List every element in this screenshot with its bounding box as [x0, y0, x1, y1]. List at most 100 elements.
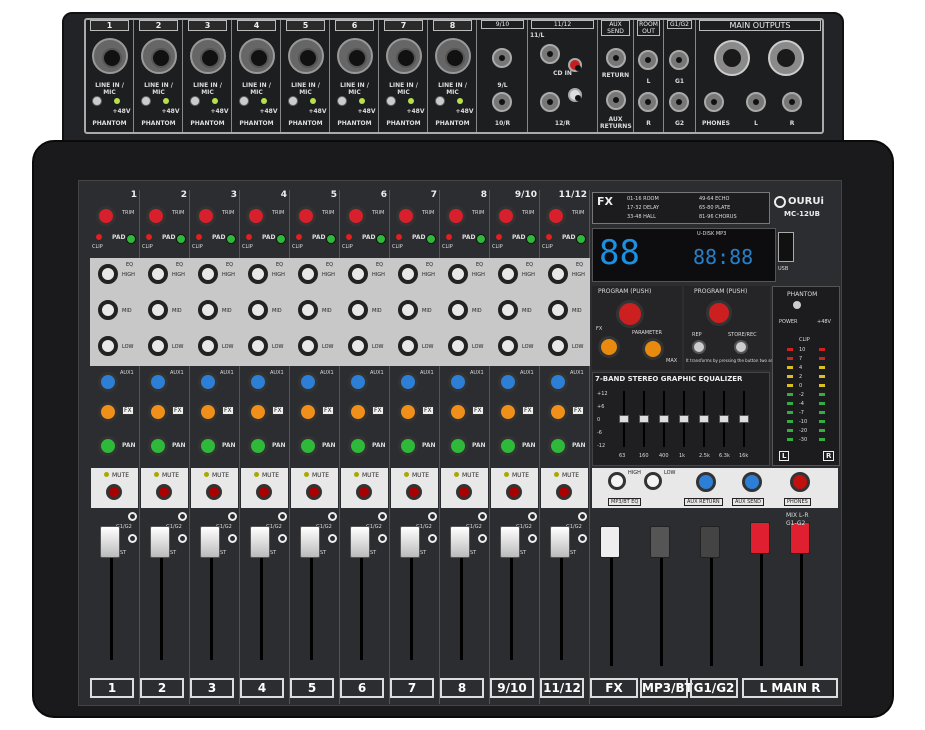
- channel-fader[interactable]: [500, 526, 520, 558]
- eq-mid-knob[interactable]: [448, 300, 468, 320]
- fx-send-knob[interactable]: [148, 402, 168, 422]
- phantom-switch[interactable]: [386, 96, 396, 106]
- channel-fader[interactable]: [450, 526, 470, 558]
- st-button[interactable]: [378, 534, 387, 543]
- eq-low-knob[interactable]: [548, 336, 568, 356]
- trim-knob[interactable]: [146, 206, 166, 226]
- trim-knob[interactable]: [346, 206, 366, 226]
- combo-input-jack[interactable]: [190, 38, 226, 74]
- st-button[interactable]: [528, 534, 537, 543]
- eq-mid-knob[interactable]: [498, 300, 518, 320]
- mute-button[interactable]: [156, 484, 172, 500]
- phantom-switch[interactable]: [435, 96, 445, 106]
- pan-knob[interactable]: [248, 436, 268, 456]
- mute-button[interactable]: [556, 484, 572, 500]
- jack-9l[interactable]: [492, 48, 512, 68]
- eq-mid-knob[interactable]: [198, 300, 218, 320]
- pad-button[interactable]: [376, 234, 386, 244]
- mute-button[interactable]: [506, 484, 522, 500]
- aux1-knob[interactable]: [248, 372, 268, 392]
- eq-low-knob[interactable]: [498, 336, 518, 356]
- channel-fader[interactable]: [550, 526, 570, 558]
- geq-slider-400[interactable]: [659, 415, 669, 423]
- mute-button[interactable]: [406, 484, 422, 500]
- phantom-switch[interactable]: [92, 96, 102, 106]
- fx-program-knob[interactable]: [616, 300, 644, 328]
- eq-mid-knob[interactable]: [348, 300, 368, 320]
- mute-button[interactable]: [356, 484, 372, 500]
- eq-low-knob[interactable]: [348, 336, 368, 356]
- aux-return-knob[interactable]: [696, 472, 716, 492]
- channel-fader[interactable]: [300, 526, 320, 558]
- jack-main-r[interactable]: [782, 92, 802, 112]
- jack-main-l[interactable]: [746, 92, 766, 112]
- g1g2-button[interactable]: [228, 512, 237, 521]
- st-button[interactable]: [278, 534, 287, 543]
- eq-high-knob[interactable]: [98, 264, 118, 284]
- channel-fader[interactable]: [350, 526, 370, 558]
- eq-high-knob[interactable]: [198, 264, 218, 284]
- pad-button[interactable]: [326, 234, 336, 244]
- usb-program-knob[interactable]: [706, 300, 732, 326]
- combo-input-jack[interactable]: [435, 38, 471, 74]
- g1g2-button[interactable]: [328, 512, 337, 521]
- pan-knob[interactable]: [348, 436, 368, 456]
- pan-knob[interactable]: [98, 436, 118, 456]
- combo-input-jack[interactable]: [288, 38, 324, 74]
- eq-mid-knob[interactable]: [398, 300, 418, 320]
- fx-send-knob[interactable]: [398, 402, 418, 422]
- phantom-switch[interactable]: [337, 96, 347, 106]
- st-button[interactable]: [578, 534, 587, 543]
- mute-button[interactable]: [106, 484, 122, 500]
- mp3-low-knob[interactable]: [644, 472, 662, 490]
- g1g2-button[interactable]: [578, 512, 587, 521]
- geq-slider-16k[interactable]: [739, 415, 749, 423]
- jack-room-r[interactable]: [638, 92, 658, 112]
- aux1-knob[interactable]: [348, 372, 368, 392]
- store-rec-button[interactable]: [734, 340, 748, 354]
- g1g2-button[interactable]: [178, 512, 187, 521]
- jack-phones[interactable]: [704, 92, 724, 112]
- fx-send-knob[interactable]: [198, 402, 218, 422]
- phantom-switch[interactable]: [793, 301, 801, 309]
- aux1-knob[interactable]: [198, 372, 218, 392]
- g1g2-button[interactable]: [128, 512, 137, 521]
- aux1-knob[interactable]: [498, 372, 518, 392]
- channel-fader[interactable]: [150, 526, 170, 558]
- trim-knob[interactable]: [546, 206, 566, 226]
- pad-button[interactable]: [126, 234, 136, 244]
- eq-high-knob[interactable]: [448, 264, 468, 284]
- g1g2-button[interactable]: [528, 512, 537, 521]
- geq-slider-6.3k[interactable]: [719, 415, 729, 423]
- channel-fader[interactable]: [200, 526, 220, 558]
- fx-return-fader[interactable]: [600, 526, 620, 558]
- g1g2-fader[interactable]: [700, 526, 720, 558]
- mp3-high-knob[interactable]: [608, 472, 626, 490]
- rca-white[interactable]: [568, 88, 582, 102]
- fx-send-knob[interactable]: [548, 402, 568, 422]
- trim-knob[interactable]: [496, 206, 516, 226]
- eq-mid-knob[interactable]: [298, 300, 318, 320]
- fx-level-knob[interactable]: [598, 336, 620, 358]
- eq-mid-knob[interactable]: [548, 300, 568, 320]
- eq-high-knob[interactable]: [248, 264, 268, 284]
- geq-slider-1k[interactable]: [679, 415, 689, 423]
- eq-mid-knob[interactable]: [148, 300, 168, 320]
- g1g2-button[interactable]: [378, 512, 387, 521]
- st-button[interactable]: [178, 534, 187, 543]
- mute-button[interactable]: [456, 484, 472, 500]
- pad-button[interactable]: [276, 234, 286, 244]
- pan-knob[interactable]: [298, 436, 318, 456]
- aux1-knob[interactable]: [548, 372, 568, 392]
- channel-fader[interactable]: [400, 526, 420, 558]
- pad-button[interactable]: [426, 234, 436, 244]
- phones-knob[interactable]: [790, 472, 810, 492]
- pan-knob[interactable]: [148, 436, 168, 456]
- rep-button[interactable]: [692, 340, 706, 354]
- pan-knob[interactable]: [398, 436, 418, 456]
- aux-send-knob[interactable]: [742, 472, 762, 492]
- g1g2-button[interactable]: [478, 512, 487, 521]
- channel-fader[interactable]: [250, 526, 270, 558]
- jack-12r[interactable]: [540, 92, 560, 112]
- combo-input-jack[interactable]: [92, 38, 128, 74]
